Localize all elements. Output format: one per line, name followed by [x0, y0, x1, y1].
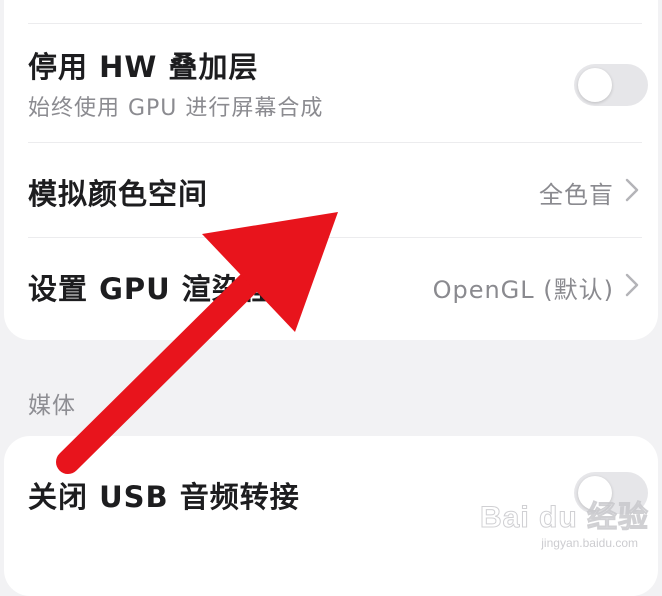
row-value: 全色盲: [539, 181, 614, 209]
row-simulate-color-space[interactable]: 模拟颜色空间 全色盲: [4, 143, 658, 237]
chevron-right-icon: [625, 178, 639, 202]
row-disable-hw-overlays[interactable]: 停用 HW 叠加层 始终使用 GPU 进行屏幕合成: [4, 24, 658, 142]
baidu-watermark: Bai du 经验 jingyan.baidu.com: [479, 490, 650, 551]
settings-card-drawing: 停用 HW 叠加层 始终使用 GPU 进行屏幕合成 模拟颜色空间 全色盲 设置 …: [4, 0, 658, 340]
watermark-sub: jingyan.baidu.com: [541, 536, 638, 550]
hw-overlay-toggle[interactable]: [574, 64, 648, 106]
watermark-text: Bai du 经验: [479, 501, 650, 535]
row-subtitle: 始终使用 GPU 进行屏幕合成: [28, 96, 324, 121]
section-header-media: 媒体: [28, 393, 76, 419]
row-title: 停用 HW 叠加层: [28, 50, 259, 84]
row-value: OpenGL (默认): [432, 276, 614, 304]
toggle-knob: [578, 68, 612, 102]
row-title: 设置 GPU 渲染程序: [28, 272, 302, 306]
chevron-right-icon: [625, 273, 639, 297]
row-title: 关闭 USB 音频转接: [28, 480, 300, 514]
row-title: 模拟颜色空间: [28, 177, 209, 211]
row-gpu-renderer[interactable]: 设置 GPU 渲染程序 OpenGL (默认): [4, 238, 658, 334]
